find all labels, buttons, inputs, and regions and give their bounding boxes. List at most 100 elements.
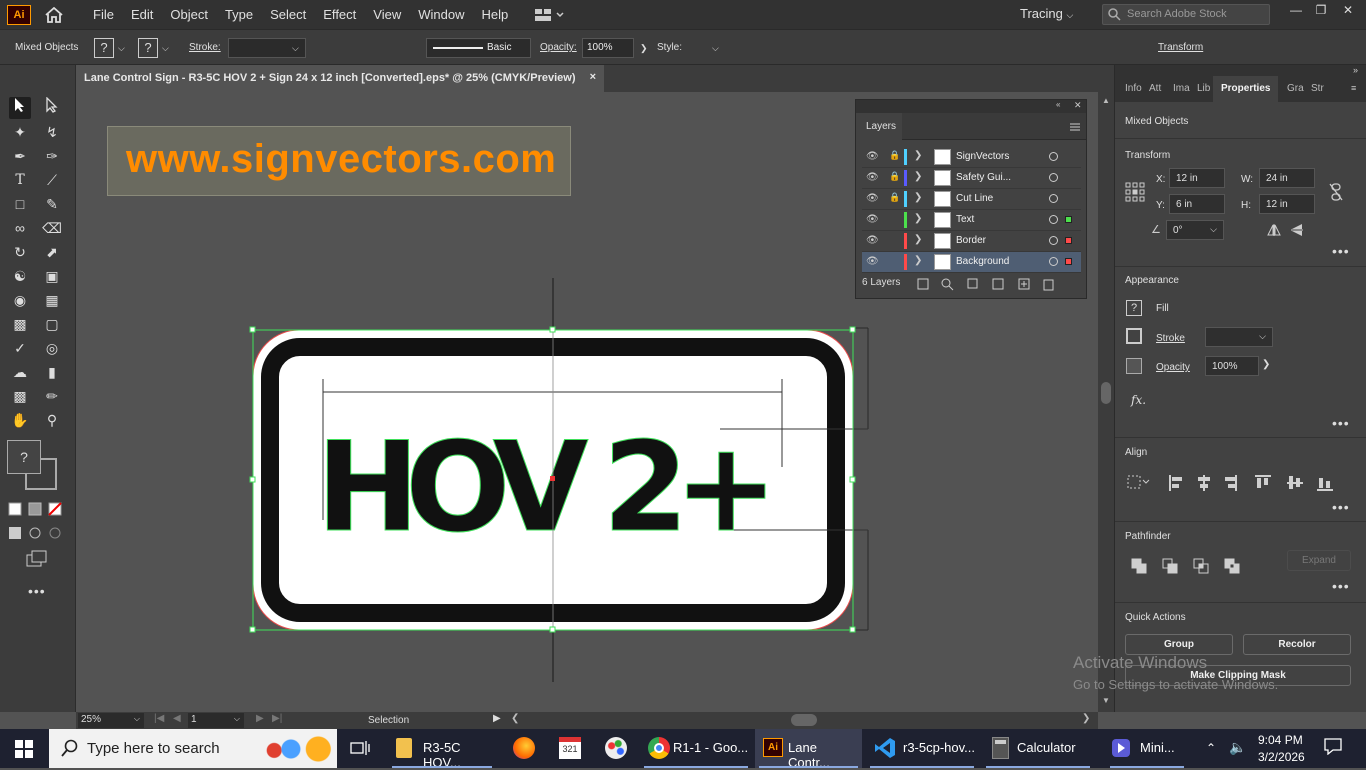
- taskbar-item-calculator[interactable]: Calculator: [982, 729, 1094, 768]
- more-tools-icon[interactable]: •••: [28, 583, 46, 599]
- expand-button[interactable]: Expand: [1287, 550, 1351, 571]
- vertical-scrollbar[interactable]: ▲ ▼: [1098, 92, 1114, 712]
- horizontal-scroll-thumb[interactable]: [791, 714, 817, 726]
- group-button[interactable]: Group: [1125, 634, 1233, 655]
- restore-icon[interactable]: ❐: [1311, 3, 1331, 21]
- last-artboard-icon[interactable]: ▶|: [272, 713, 282, 724]
- opacity-field[interactable]: 100%: [582, 38, 634, 58]
- brush-definition[interactable]: Basic: [426, 38, 531, 58]
- chevron-down-icon[interactable]: ⌵: [134, 714, 140, 724]
- taskbar-item-explorer[interactable]: R3-5C HOV...: [388, 729, 496, 770]
- tab-attributes[interactable]: Att: [1149, 83, 1161, 94]
- reference-point-icon[interactable]: [1125, 182, 1145, 205]
- fx-button[interactable]: fx.: [1131, 393, 1146, 407]
- chevron-down-icon[interactable]: ⌵: [712, 43, 719, 54]
- chevron-down-icon[interactable]: ⌵: [234, 714, 240, 724]
- status-menu-arrow-icon[interactable]: ▶: [493, 713, 501, 724]
- visibility-eye-icon[interactable]: 👁: [866, 193, 879, 204]
- stroke-weight-field[interactable]: ⌵: [1205, 327, 1273, 347]
- expand-arrow-icon[interactable]: ❯: [914, 255, 922, 266]
- chevron-up-icon[interactable]: ⌃: [1206, 741, 1216, 755]
- layer-row[interactable]: 👁 ❯ Text: [862, 210, 1081, 231]
- gradient-tool-icon[interactable]: ▢: [41, 313, 63, 335]
- target-circle-icon[interactable]: [1049, 173, 1058, 182]
- opacity-label[interactable]: Opacity: [1156, 362, 1190, 373]
- document-tab[interactable]: Lane Control Sign - R3-5C HOV 2 + Sign 2…: [76, 65, 604, 92]
- menu-type[interactable]: Type: [225, 7, 253, 22]
- stroke-label[interactable]: Stroke: [1156, 333, 1185, 344]
- notifications-icon[interactable]: [1324, 737, 1342, 758]
- column-graph-tool-icon[interactable]: ▮: [41, 361, 63, 383]
- layer-name[interactable]: Safety Gui...: [956, 172, 1011, 183]
- lasso-tool-icon[interactable]: ↯: [41, 121, 63, 143]
- expand-arrow-icon[interactable]: ❯: [914, 192, 922, 203]
- tab-stroke[interactable]: Str: [1311, 83, 1324, 94]
- visibility-eye-icon[interactable]: 👁: [866, 256, 879, 267]
- workspace-switcher[interactable]: Tracing ⌵: [1020, 6, 1073, 21]
- stroke-swatch[interactable]: ?: [138, 38, 158, 58]
- visibility-eye-icon[interactable]: 👁: [866, 235, 879, 246]
- visibility-eye-icon[interactable]: 👁: [866, 151, 879, 162]
- magic-wand-tool-icon[interactable]: ✦: [9, 121, 31, 143]
- opacity-field[interactable]: 100%: [1205, 356, 1259, 376]
- stroke-swatch-icon[interactable]: [1126, 328, 1142, 344]
- scroll-down-icon[interactable]: ▼: [1102, 696, 1110, 705]
- rotate-tool-icon[interactable]: ↻: [9, 241, 31, 263]
- layer-name[interactable]: Text: [956, 214, 974, 225]
- flip-horizontal-icon[interactable]: [1267, 224, 1281, 239]
- perspective-grid-tool-icon[interactable]: ▦: [41, 289, 63, 311]
- fill-stroke-widget[interactable]: ?: [7, 440, 63, 495]
- curvature-tool-icon[interactable]: ✑: [41, 145, 63, 167]
- menu-effect[interactable]: Effect: [323, 7, 356, 22]
- home-icon[interactable]: [43, 5, 65, 25]
- tab-layers[interactable]: Layers: [856, 113, 902, 141]
- angle-field[interactable]: 0° ⌵: [1166, 220, 1224, 240]
- tab-gradient[interactable]: Gra: [1287, 83, 1304, 94]
- layer-row[interactable]: 👁 ❯ Border: [862, 231, 1081, 252]
- taskbar-item-illustrator[interactable]: Ai Lane Contr...: [755, 729, 862, 770]
- chevron-down-icon[interactable]: ⌵: [162, 43, 169, 54]
- fill-swatch-icon[interactable]: ?: [1126, 300, 1142, 316]
- flip-vertical-icon[interactable]: [1291, 223, 1303, 240]
- pen-tool-icon[interactable]: ✒: [9, 145, 31, 167]
- collapse-panel-icon[interactable]: «: [1056, 100, 1060, 109]
- paintbrush-tool-icon[interactable]: ✎: [41, 193, 63, 215]
- clock-date[interactable]: 3/2/2026: [1258, 750, 1305, 764]
- screen-mode-icon[interactable]: [26, 550, 48, 571]
- menu-select[interactable]: Select: [270, 7, 306, 22]
- layer-name[interactable]: Border: [956, 235, 986, 246]
- menu-view[interactable]: View: [373, 7, 401, 22]
- more-options-icon[interactable]: •••: [1332, 499, 1350, 515]
- zoom-tool-icon[interactable]: ⚲: [41, 409, 63, 431]
- fill-swatch[interactable]: ?: [94, 38, 114, 58]
- scroll-up-icon[interactable]: ▲: [1102, 96, 1110, 105]
- layer-row[interactable]: 👁 🔒 ❯ SignVectors: [862, 147, 1081, 168]
- draw-modes[interactable]: [8, 526, 66, 543]
- taskbar-item-chrome[interactable]: R1-1 - Goo...: [640, 729, 752, 768]
- expand-arrow-icon[interactable]: ❯: [914, 171, 922, 182]
- align-to-icon[interactable]: [1127, 475, 1151, 492]
- chevron-down-icon[interactable]: ⌵: [118, 43, 125, 54]
- scale-tool-icon[interactable]: ⬈: [41, 241, 63, 263]
- layer-name[interactable]: Background: [956, 256, 1009, 267]
- expand-arrow-icon[interactable]: ❯: [914, 213, 922, 224]
- more-options-icon[interactable]: •••: [1332, 415, 1350, 431]
- close-icon[interactable]: ✕: [1338, 3, 1358, 21]
- task-view-icon[interactable]: [350, 739, 370, 760]
- chevron-right-icon[interactable]: ❯: [1262, 359, 1270, 370]
- layer-row[interactable]: 👁 ❯ Background: [862, 252, 1081, 273]
- tab-info[interactable]: Info: [1125, 83, 1142, 94]
- more-options-icon[interactable]: •••: [1332, 578, 1350, 594]
- symbol-sprayer-tool-icon[interactable]: ☁: [9, 361, 31, 383]
- free-transform-tool-icon[interactable]: ▣: [41, 265, 63, 287]
- scroll-left-icon[interactable]: ❮: [511, 713, 519, 724]
- x-field[interactable]: 12 in: [1169, 168, 1225, 188]
- slice-tool-icon[interactable]: ✏: [41, 385, 63, 407]
- lock-icon[interactable]: 🔒: [889, 150, 900, 162]
- target-circle-icon[interactable]: [1049, 257, 1058, 266]
- target-circle-icon[interactable]: [1049, 215, 1058, 224]
- layers-menu-icon[interactable]: [1069, 121, 1081, 135]
- blend-tool-icon[interactable]: ◎: [41, 337, 63, 359]
- arrange-documents-icon[interactable]: [534, 7, 564, 23]
- eraser-tool-icon[interactable]: ⌫: [41, 217, 63, 239]
